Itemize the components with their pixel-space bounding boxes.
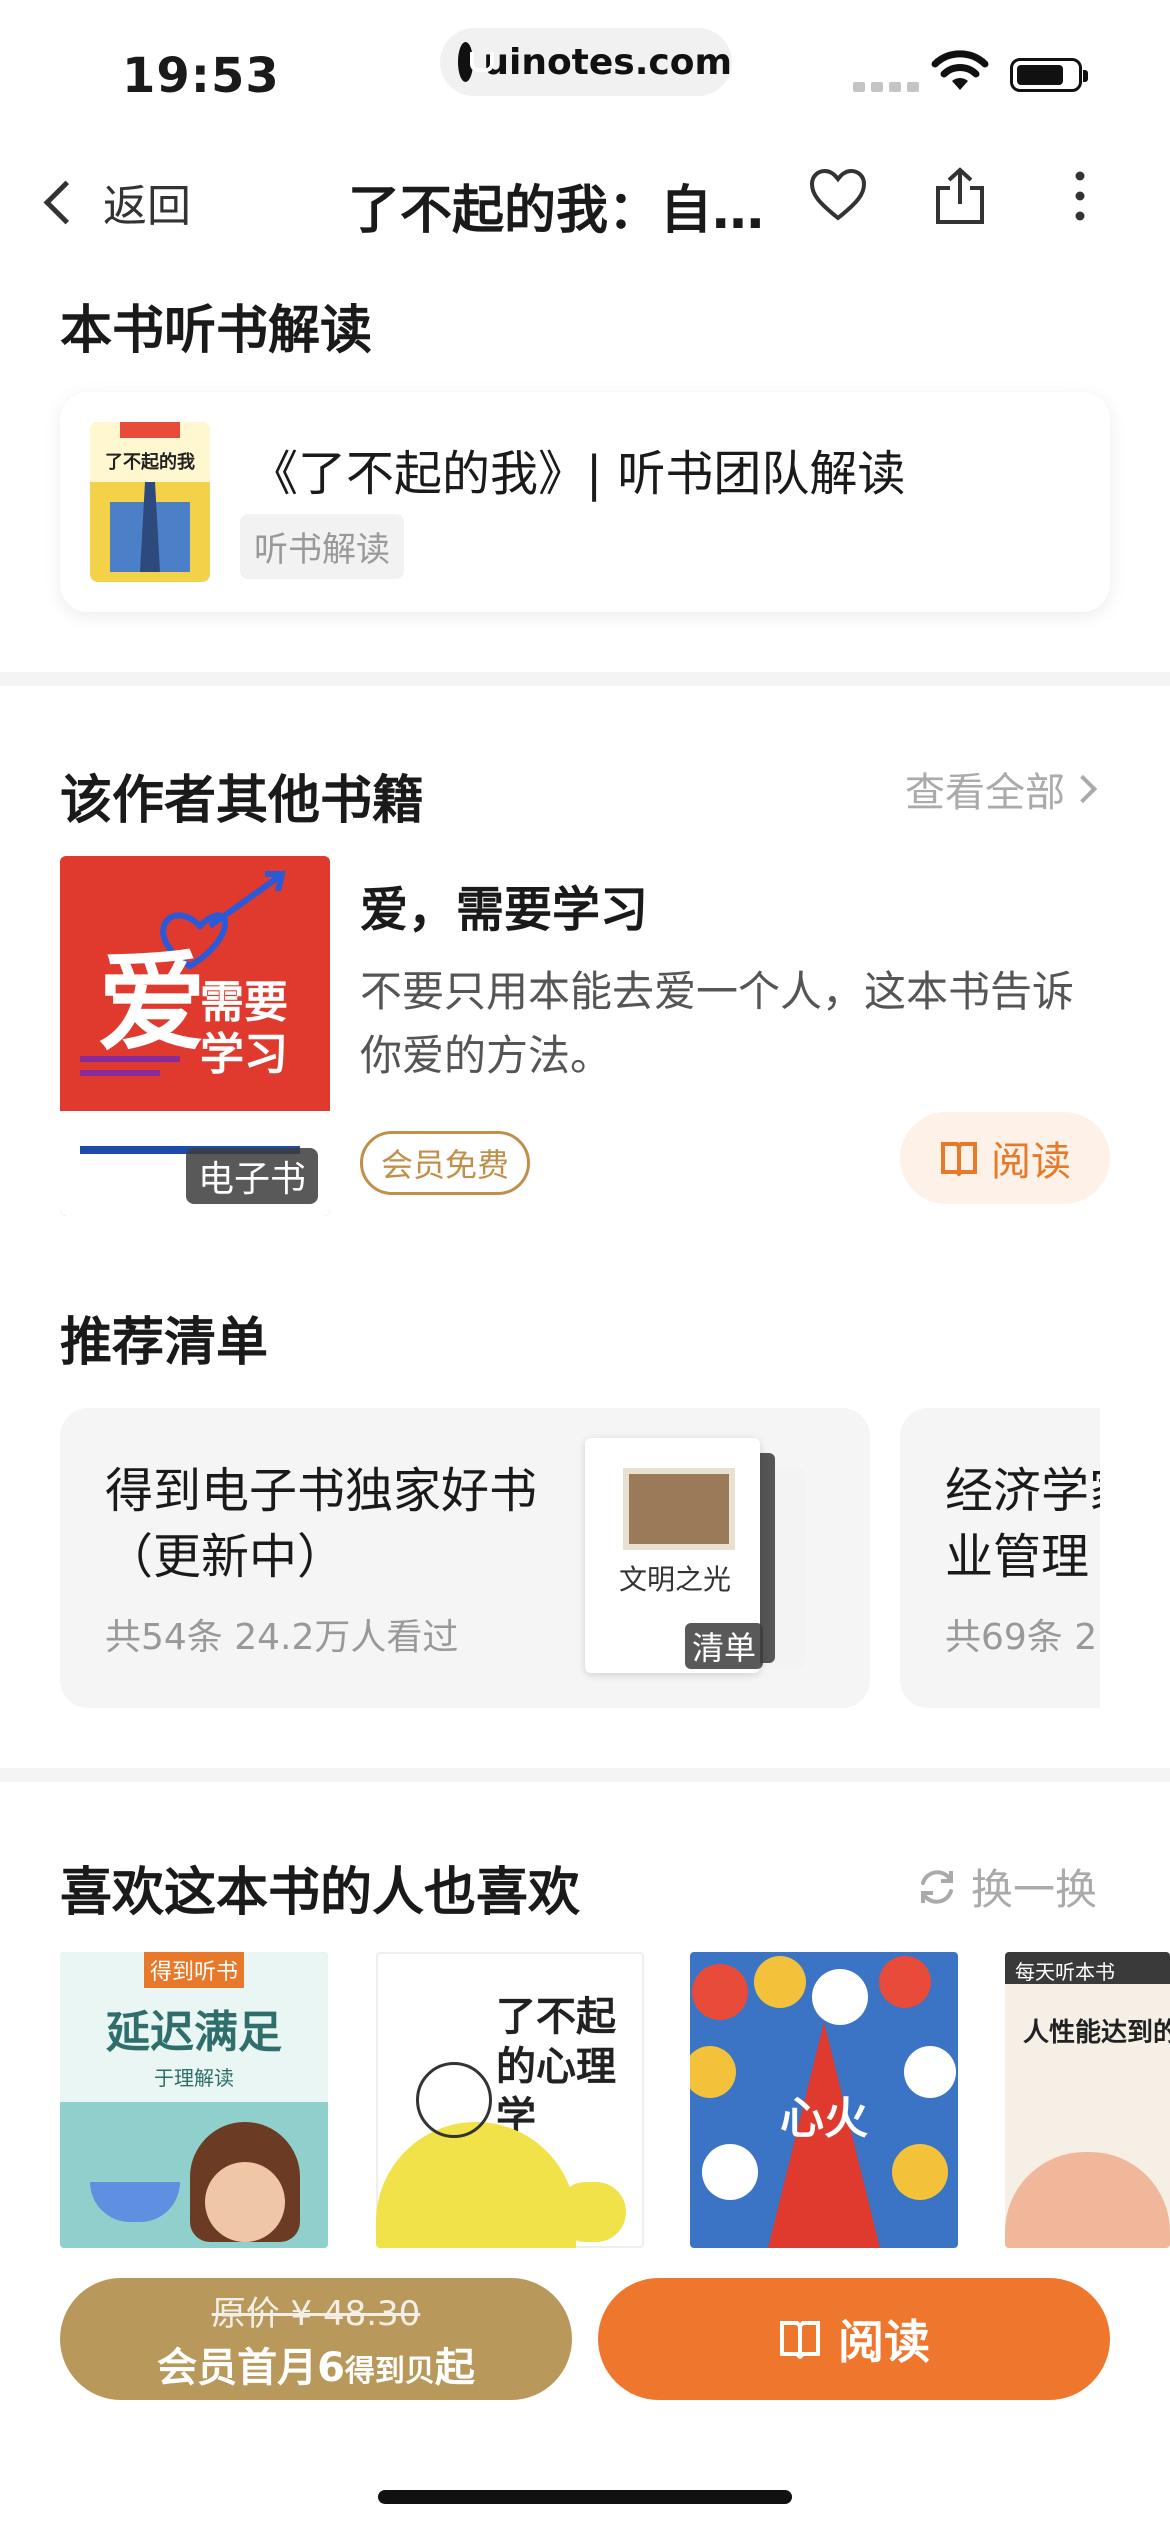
more-icon[interactable]	[1050, 166, 1110, 226]
wifi-icon	[931, 50, 989, 90]
member-subscribe-button[interactable]: 原价 ¥ 48.30 会员首月6得到贝起	[60, 2278, 572, 2400]
audio-cover: 了不起的我	[90, 422, 210, 582]
cover-top-label: 每天听本书	[1015, 1960, 1115, 1984]
book-icon	[941, 1142, 977, 1176]
section-title-lists: 推荐清单	[60, 1313, 269, 1373]
home-indicator	[378, 2490, 792, 2504]
book-read-label: 阅读	[991, 1139, 1071, 1185]
url-pill[interactable]: uinotes.com	[440, 28, 732, 96]
recommended-book-cover[interactable]: 每天听本书 人性能达到的	[1005, 1952, 1170, 2248]
member-price: 会员首月6得到贝起	[157, 2344, 475, 2391]
list-cover-text: 文明之光	[618, 1563, 731, 1596]
book-cover-title-1: 爱	[98, 941, 207, 1066]
section-title-author: 该作者其他书籍	[60, 771, 425, 831]
see-all-link[interactable]: 查看全部	[905, 760, 1098, 818]
cover-title: 心火	[780, 2093, 868, 2144]
signal-icon	[853, 82, 919, 92]
section-title-audio: 本书听书解读	[60, 301, 373, 361]
audio-card[interactable]: 了不起的我 《了不起的我》| 听书团队解读 听书解读	[60, 392, 1110, 612]
page-title: 了不起的我：自我发展的心理学	[348, 181, 808, 241]
cover-title: 延迟满足	[106, 2007, 282, 2058]
chevron-right-icon	[1068, 774, 1098, 804]
url-text: uinotes.com	[483, 41, 732, 83]
read-label: 阅读	[838, 2315, 930, 2369]
member-free-tag: 会员免费	[360, 1131, 531, 1195]
heart-icon[interactable]	[808, 166, 868, 226]
recommended-book-cover[interactable]: 得到听书 延迟满足 于理解读	[60, 1952, 328, 2248]
audio-cover-text: 了不起的我	[105, 452, 195, 473]
list-meta: 共54条 24.2万人看过	[105, 1617, 459, 1658]
divider	[0, 672, 1170, 686]
back-label: 返回	[103, 181, 191, 232]
audio-tag: 听书解读	[240, 514, 404, 579]
cover-title: 人性能达到的	[1023, 2018, 1170, 2048]
swap-label: 换一换	[971, 1865, 1098, 1914]
refresh-icon	[921, 1869, 953, 1904]
battery-icon	[1010, 58, 1088, 92]
book-cover-title-3: 学习	[200, 1029, 288, 1080]
list-badge: 清单	[685, 1623, 763, 1669]
book-title[interactable]: 爱，需要学习	[360, 870, 648, 940]
site-icon	[458, 42, 495, 82]
cover-title: 了不起的心理学	[496, 1994, 616, 2140]
ebook-badge: 电子书	[186, 1148, 318, 1204]
swap-button[interactable]: 换一换	[915, 1856, 1097, 1917]
list-title: 经济学家推荐企业管理	[945, 1463, 1100, 1585]
book-description: 不要只用本能去爱一个人，这本书告诉你爱的方法。	[360, 967, 1075, 1080]
recommended-book-cover[interactable]: 心火	[690, 1952, 958, 2248]
chevron-left-icon	[43, 180, 88, 224]
list-title: 得到电子书独家好书（更新中）	[105, 1463, 538, 1585]
share-icon[interactable]	[930, 166, 990, 226]
back-button[interactable]: 返回	[40, 170, 191, 234]
book-read-button[interactable]: 阅读	[900, 1112, 1110, 1204]
recommended-book-cover[interactable]: 了不起的心理学	[376, 1952, 644, 2248]
status-time: 19:53	[122, 48, 280, 104]
read-button[interactable]: 阅读	[598, 2278, 1110, 2400]
section-title-also-like: 喜欢这本书的人也喜欢	[60, 1863, 581, 1923]
divider	[0, 1768, 1170, 1782]
original-price: 原价 ¥ 48.30	[211, 2293, 421, 2334]
list-card[interactable]: 得到电子书独家好书（更新中） 共54条 24.2万人看过 文明之光 清单	[60, 1408, 870, 1708]
list-meta: 共69条 2	[945, 1617, 1098, 1658]
cover-top-label: 得到听书	[144, 1952, 244, 1988]
book-icon	[780, 2321, 820, 2359]
list-card[interactable]: 经济学家推荐企业管理 共69条 2	[900, 1408, 1100, 1708]
see-all-label: 查看全部	[905, 770, 1065, 816]
audio-title: 《了不起的我》| 听书团队解读	[250, 446, 906, 502]
list-cover-stack: 文明之光 清单	[585, 1438, 825, 1683]
cover-sub: 于理解读	[154, 2066, 234, 2090]
